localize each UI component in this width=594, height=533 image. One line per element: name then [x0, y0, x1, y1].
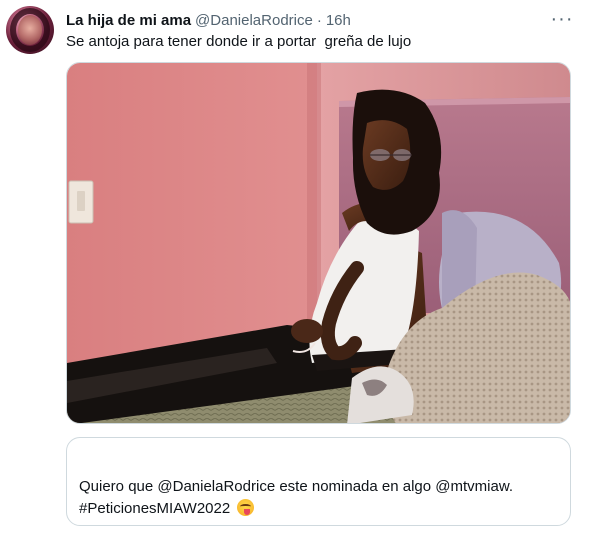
- user-handle[interactable]: @DanielaRodrice: [195, 12, 313, 29]
- quoted-text-line: Quiero que @DanielaRodrice este nominada…: [79, 478, 514, 495]
- separator-dot: ·: [316, 11, 322, 29]
- tweet[interactable]: La hija de mi ama @DanielaRodrice · 16h …: [0, 0, 594, 533]
- more-icon: ···: [550, 7, 574, 30]
- hashtag-link[interactable]: #PeticionesMIAW2022: [79, 500, 230, 517]
- avatar[interactable]: [6, 6, 54, 54]
- tweet-header: La hija de mi ama @DanielaRodrice · 16h: [66, 10, 351, 30]
- timestamp[interactable]: 16h: [326, 12, 351, 29]
- quoted-tweet[interactable]: Quiero que @DanielaRodrice este nominada…: [66, 437, 571, 526]
- tweet-photo[interactable]: [66, 62, 571, 424]
- tweet-text: Se antoja para tener donde ir a portar g…: [66, 33, 412, 50]
- avatar-face: [18, 15, 42, 45]
- face-savoring-food-icon: [237, 499, 255, 516]
- photo-illustration: [67, 63, 570, 423]
- quoted-tweet-text: Quiero que @DanielaRodrice este nominada…: [79, 476, 513, 520]
- more-options-button[interactable]: ···: [546, 6, 578, 32]
- display-name[interactable]: La hija de mi ama: [66, 12, 191, 29]
